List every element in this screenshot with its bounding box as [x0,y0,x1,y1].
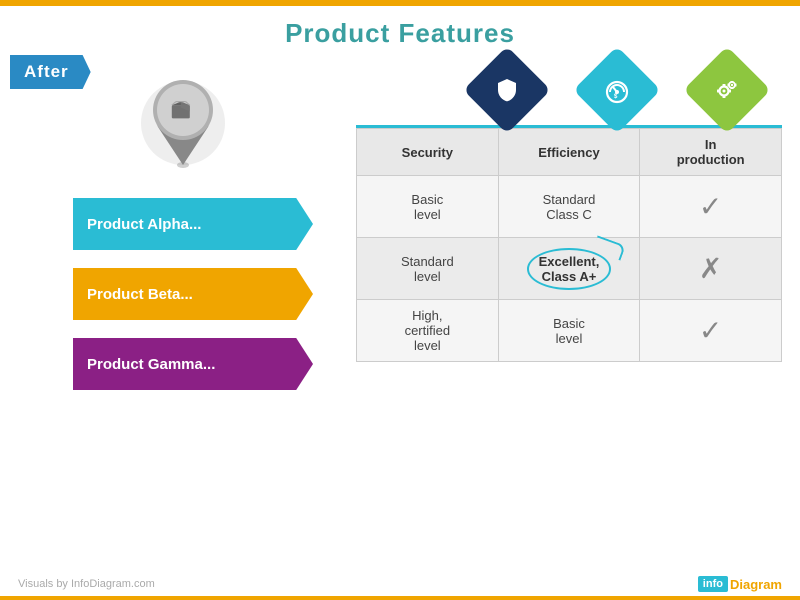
beta-security: Standardlevel [357,238,499,300]
product-gamma-label: Product Gamma... [73,338,313,390]
speedometer-icon: $ [602,75,632,105]
col-header-security: Security [357,129,499,176]
product-row-beta: Product Beta... [18,263,348,325]
efficiency-diamond-icon: $ [573,46,661,134]
product-row-alpha: Product Alpha... [18,193,348,255]
footer-visuals-text: Visuals by InfoDiagram.com [18,578,155,590]
logo-info-part: info [698,576,728,592]
top-accent-bar [0,0,800,6]
box-pin-icon [138,65,228,175]
product-beta-label: Product Beta... [73,268,313,320]
security-diamond-icon [463,46,551,134]
features-table: Security Efficiency Inproduction Basicle… [356,128,782,362]
gamma-efficiency: Basiclevel [498,300,640,362]
alpha-production: ✓ [640,176,782,238]
page-title: Product Features [0,0,800,49]
product-row-gamma: Product Gamma... [18,333,348,395]
table-row: High,certifiedlevel Basiclevel ✓ [357,300,782,362]
col-header-production: Inproduction [640,129,782,176]
left-section: Product Alpha... Product Beta... Product… [18,55,348,395]
cross-icon: ✗ [699,253,722,284]
bottom-accent-bar [0,596,800,600]
highlight-circle: Excellent,Class A+ [527,248,612,290]
product-rows: Product Alpha... Product Beta... Product… [18,193,348,395]
alpha-security: Basiclevel [357,176,499,238]
product-alpha-label: Product Alpha... [73,198,313,250]
gear-icon [712,75,742,105]
table-row: Basiclevel StandardClass C ✓ [357,176,782,238]
table-row: Standardlevel Excellent,Class A+ ✗ [357,238,782,300]
beta-efficiency-highlighted: Excellent,Class A+ [498,238,640,300]
check-icon: ✓ [699,191,722,222]
alpha-efficiency: StandardClass C [498,176,640,238]
footer: Visuals by InfoDiagram.com info Diagram [0,576,800,592]
logo-diagram-part: Diagram [730,577,782,592]
right-section: $ [356,55,782,362]
production-icon-cell [672,55,782,125]
production-diamond-icon [683,46,771,134]
icons-row: $ [356,55,782,125]
pin-container [138,65,228,175]
shield-icon [493,76,521,104]
efficiency-icon-cell: $ [562,55,672,125]
gamma-security: High,certifiedlevel [357,300,499,362]
beta-production: ✗ [640,238,782,300]
check-icon: ✓ [699,315,722,346]
infodiagram-logo: info Diagram [698,576,782,592]
svg-text:$: $ [614,94,618,100]
main-content: Product Alpha... Product Beta... Product… [0,55,800,395]
col-header-efficiency: Efficiency [498,129,640,176]
gamma-production: ✓ [640,300,782,362]
security-icon-cell [452,55,562,125]
